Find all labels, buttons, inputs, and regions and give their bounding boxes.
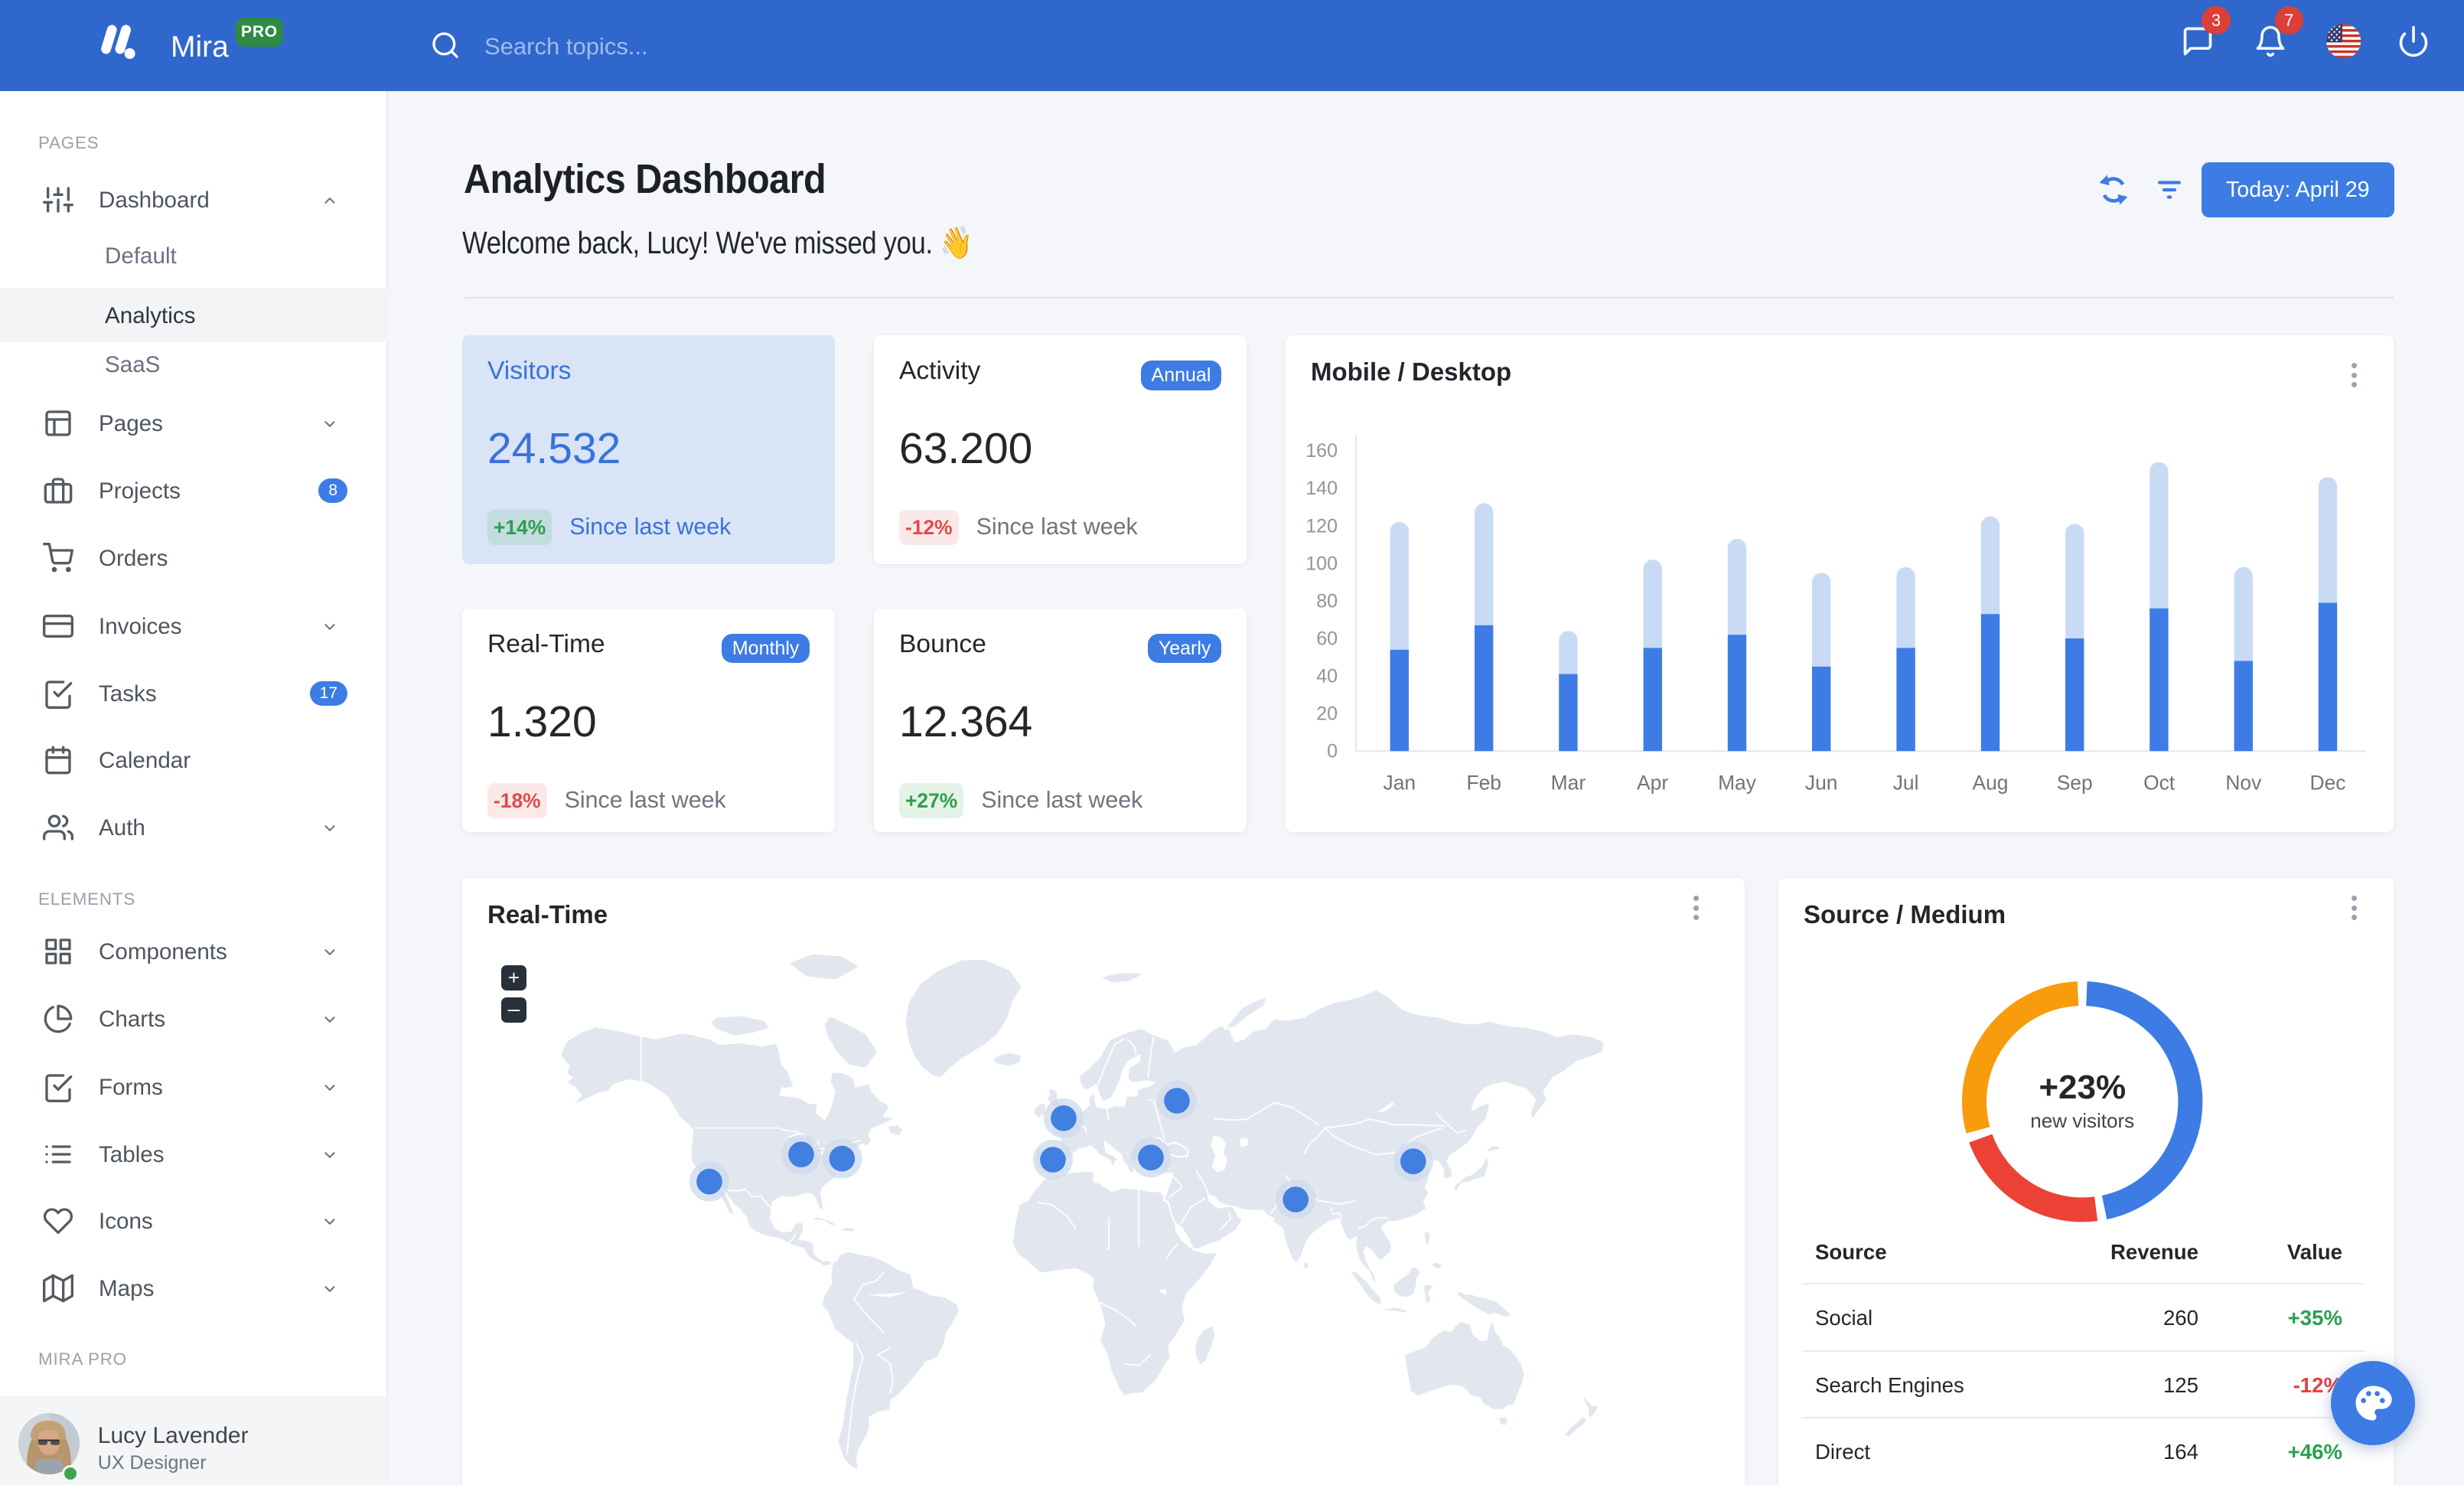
- svg-text:Sep: Sep: [2057, 772, 2093, 795]
- svg-text:20: 20: [1316, 703, 1338, 725]
- svg-text:Oct: Oct: [2143, 772, 2176, 795]
- svg-text:Jun: Jun: [1805, 772, 1838, 795]
- svg-text:120: 120: [1305, 515, 1338, 537]
- svg-text:160: 160: [1305, 440, 1338, 462]
- svg-text:Apr: Apr: [1637, 772, 1668, 795]
- svg-text:Feb: Feb: [1466, 772, 1501, 795]
- svg-text:Nov: Nov: [2225, 772, 2262, 795]
- svg-text:Aug: Aug: [1973, 772, 2009, 795]
- svg-text:Dec: Dec: [2310, 772, 2346, 795]
- svg-text:100: 100: [1305, 553, 1338, 574]
- svg-text:140: 140: [1305, 478, 1338, 499]
- svg-text:0: 0: [1327, 741, 1338, 762]
- svg-text:Mar: Mar: [1551, 772, 1586, 795]
- svg-text:Jul: Jul: [1893, 772, 1919, 795]
- svg-text:May: May: [1718, 772, 1757, 795]
- svg-text:60: 60: [1316, 628, 1338, 649]
- svg-text:new visitors: new visitors: [2030, 1109, 2134, 1132]
- svg-text:Jan: Jan: [1384, 772, 1416, 795]
- svg-text:80: 80: [1316, 590, 1338, 612]
- svg-text:+23%: +23%: [2039, 1069, 2126, 1106]
- svg-text:40: 40: [1316, 666, 1338, 687]
